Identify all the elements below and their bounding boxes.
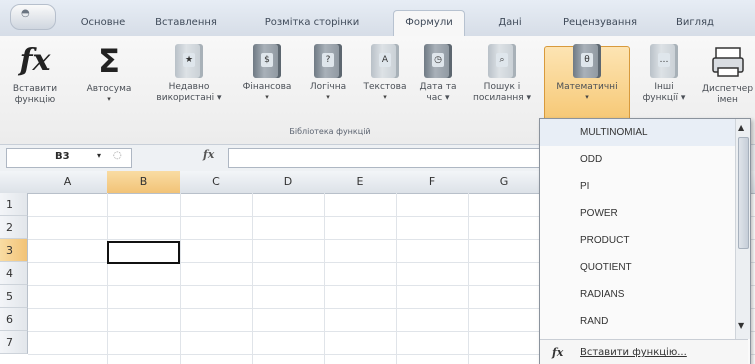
name-box[interactable]: B3 ▾ ◌ (6, 148, 132, 168)
fx-icon: fx (19, 43, 51, 78)
math-functions-dropdown: MULTINOMIAL ODD PI POWER PRODUCT QUOTIEN… (539, 118, 751, 364)
column-header-a[interactable]: A (28, 171, 108, 194)
lookup-reference-button[interactable]: ⌕ Пошук і посилання ▾ (466, 42, 538, 104)
row-header-4[interactable]: 4 (0, 262, 28, 285)
column-header-d[interactable]: D (252, 171, 325, 194)
fx-icon: fx (552, 346, 564, 359)
grid-line (252, 193, 253, 364)
grid-line (468, 193, 469, 364)
column-header-f[interactable]: F (396, 171, 469, 194)
office-icon: ◓ (21, 8, 31, 19)
book-theta-icon: θ (573, 44, 601, 78)
office-button[interactable]: ◓ (10, 4, 56, 30)
row-header-7[interactable]: 7 (0, 331, 28, 354)
math-trig-label: θ Математичні ▾ (544, 42, 630, 102)
grid-line (180, 193, 181, 364)
function-item[interactable]: RAND (540, 308, 736, 335)
date-time-button[interactable]: ◷ Дата та час ▾ (414, 42, 462, 104)
fx-icon[interactable]: fx (203, 148, 214, 161)
text-button[interactable]: A Текстова ▾ (356, 42, 414, 102)
function-item[interactable]: RADIANS (540, 281, 736, 308)
function-item[interactable]: POWER (540, 200, 736, 227)
book-star-icon: ★ (175, 44, 203, 78)
financial-button[interactable]: $ Фінансова ▾ (236, 42, 298, 102)
insert-function-menu-item[interactable]: fx Вставити функцію... (540, 339, 748, 364)
recently-used-button[interactable]: ★ Недавно використані ▾ (148, 42, 230, 104)
function-item[interactable]: MULTINOMIAL (540, 119, 736, 146)
insert-function-button[interactable]: fx Вставити функцію (8, 42, 62, 106)
column-header-c[interactable]: C (180, 171, 253, 194)
row-header-3[interactable]: 3 (0, 239, 28, 262)
scroll-thumb[interactable] (738, 137, 749, 249)
function-library-label: Бібліотека функцій (289, 127, 371, 136)
function-item[interactable]: PRODUCT (540, 227, 736, 254)
circle-icon: ◌ (113, 150, 122, 161)
sigma-icon: Σ (98, 42, 120, 80)
function-item[interactable]: PI (540, 173, 736, 200)
active-cell-b3[interactable] (107, 241, 180, 264)
tab-view[interactable]: Вигляд (666, 12, 724, 34)
scroll-down-icon[interactable]: ▼ (738, 321, 744, 330)
name-manager-button[interactable]: Диспетчер імен (700, 42, 755, 106)
dropdown-scrollbar[interactable]: ▲ ▼ (735, 119, 750, 339)
book-lookup-icon: ⌕ (488, 44, 516, 78)
row-header-6[interactable]: 6 (0, 308, 28, 331)
insert-function-label: Вставити функцію... (580, 347, 687, 358)
chevron-down-icon[interactable]: ▾ (97, 151, 101, 160)
ribbon-tabs-bar: ◓ Основне Вставлення Розмітка сторінки Ф… (0, 0, 755, 37)
tab-data[interactable]: Дані (490, 12, 530, 34)
name-manager-icon (711, 47, 744, 77)
tab-home[interactable]: Основне (74, 12, 132, 34)
tab-review[interactable]: Рецензування (548, 12, 652, 34)
tab-page-layout[interactable]: Розмітка сторінки (248, 12, 376, 34)
column-header-b[interactable]: B (107, 171, 181, 194)
book-question-icon: ? (314, 44, 342, 78)
scroll-up-icon[interactable]: ▲ (738, 123, 744, 132)
select-all-corner[interactable] (0, 171, 29, 194)
grid-line (396, 193, 397, 364)
book-more-icon: … (650, 44, 678, 78)
more-functions-button[interactable]: … Інші функції ▾ (634, 42, 694, 104)
row-header-5[interactable]: 5 (0, 285, 28, 308)
book-text-icon: A (371, 44, 399, 78)
excel-window: ◓ Основне Вставлення Розмітка сторінки Ф… (0, 0, 755, 364)
function-item[interactable]: ODD (540, 146, 736, 173)
column-header-e[interactable]: E (324, 171, 397, 194)
name-box-value: B3 (55, 151, 70, 162)
autosum-button[interactable]: Σ Автосума ▾ (82, 42, 136, 104)
column-header-g[interactable]: G (468, 171, 541, 194)
tab-formulas[interactable]: Формули (393, 10, 465, 37)
function-item[interactable]: QUOTIENT (540, 254, 736, 281)
tab-insert[interactable]: Вставлення (142, 12, 230, 34)
grid-line (324, 193, 325, 364)
row-header-1[interactable]: 1 (0, 193, 28, 216)
book-coins-icon: $ (253, 44, 281, 78)
book-clock-icon: ◷ (424, 44, 452, 78)
grid-line (107, 193, 108, 364)
row-header-2[interactable]: 2 (0, 216, 28, 239)
logical-button[interactable]: ? Логічна ▾ (302, 42, 354, 102)
